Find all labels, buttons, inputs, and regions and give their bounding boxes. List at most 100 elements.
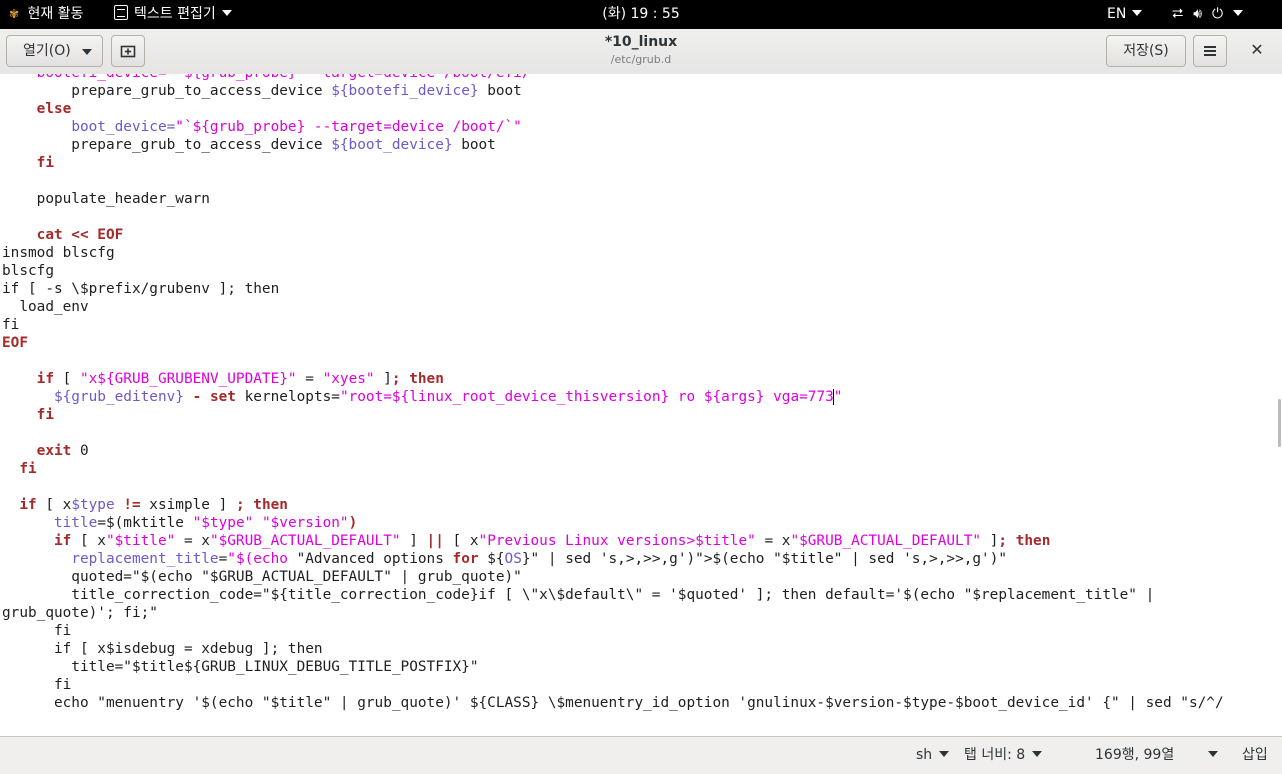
input-language-label: EN (1107, 6, 1127, 22)
code-line[interactable]: cat << EOF (2, 226, 1224, 244)
gnome-top-bar: ✾ 현재 활동 텍스트 편집기 (화) 19 : 55 EN ⮂ 🔊︎ ⏻ (0, 0, 1282, 29)
code-line[interactable]: EOF (2, 334, 1224, 352)
code-token: ; then (998, 533, 1051, 549)
power-icon: ⏻ (1212, 6, 1224, 22)
tab-width-selector[interactable]: 탭 너비: 8 (964, 737, 1043, 774)
hamburger-icon (1204, 46, 1216, 56)
code-token: "$(echo (227, 551, 297, 567)
chevron-down-icon (1233, 10, 1244, 16)
close-window-button[interactable]: ✕ (1240, 35, 1274, 67)
code-token: ; then (391, 371, 444, 387)
code-line[interactable]: fi (2, 316, 1224, 334)
code-token: boot (452, 137, 496, 153)
code-line[interactable]: blscfg (2, 262, 1224, 280)
code-token: [ x (71, 533, 106, 549)
text-editor-area[interactable]: bootefi_device="`${grub_probe} --target=… (0, 74, 1282, 736)
code-line[interactable]: boot_device="`${grub_probe} --target=dev… (2, 118, 1224, 136)
insert-mode-indicator[interactable]: 삽입 (1242, 737, 1268, 774)
code-token: if (36, 371, 54, 387)
save-button[interactable]: 저장(S) (1106, 35, 1186, 67)
code-line[interactable]: populate_header_warn (2, 190, 1224, 208)
code-token: = x (175, 533, 210, 549)
code-line[interactable]: ${grub_editenv} - set kernelopts="root=$… (2, 388, 1224, 406)
code-line[interactable] (2, 424, 1224, 442)
code-line[interactable]: else (2, 100, 1224, 118)
code-token: ${bootefi_device} (331, 83, 479, 99)
code-line[interactable]: fi (2, 154, 1224, 172)
code-line[interactable]: title_correction_code="${title_correctio… (2, 586, 1224, 604)
code-line[interactable]: if [ x$isdebug = xdebug ]; then (2, 640, 1224, 658)
code-token: title (53, 515, 98, 531)
code-line[interactable] (2, 478, 1224, 496)
code-token: if [ x$isdebug = xdebug ]; then (2, 641, 323, 657)
code-line[interactable]: title="$title${GRUB_LINUX_DEBUG_TITLE_PO… (2, 658, 1224, 676)
code-token: bootefi_device="`${grub_probe} --target=… (37, 74, 548, 81)
vertical-scrollbar[interactable] (1278, 399, 1281, 447)
code-view[interactable]: bootefi_device="`${grub_probe} --target=… (2, 74, 1224, 712)
code-token: populate_header_warn (2, 191, 210, 207)
code-token: fi (2, 677, 72, 693)
code-line[interactable]: fi (2, 406, 1224, 424)
code-line[interactable]: prepare_grub_to_access_device ${bootefi_… (2, 82, 1224, 100)
chevron-down-icon (1208, 751, 1219, 757)
code-line[interactable] (2, 352, 1224, 370)
code-token: =$(mktitle (97, 515, 193, 531)
code-line[interactable]: fi (2, 460, 1224, 478)
code-token: "root=${linux_root_device_thisversion} r… (339, 389, 834, 405)
code-line[interactable]: if [ x$type != xsimple ] ; then (2, 496, 1224, 514)
syntax-language-selector[interactable]: sh (916, 737, 950, 774)
code-line[interactable]: fi (2, 622, 1224, 640)
input-language-indicator[interactable]: EN (1107, 0, 1143, 29)
clock[interactable]: (화) 19 : 55 (0, 0, 1282, 29)
code-line[interactable]: if [ "x${GRUB_GRUBENV_UPDATE}" = "xyes" … (2, 370, 1224, 388)
code-line[interactable]: title=$(mktitle "$type" "$version") (2, 514, 1224, 532)
code-token: ) (348, 515, 358, 531)
code-token: ] (981, 533, 999, 549)
open-button[interactable]: 열기(O) (6, 35, 103, 67)
code-token: "$version" (261, 515, 349, 531)
code-token: exit (36, 443, 72, 459)
code-line[interactable]: load_env (2, 298, 1224, 316)
code-token: prepare_grub_to_access_device (2, 83, 332, 99)
code-line[interactable]: exit 0 (2, 442, 1224, 460)
code-line[interactable]: prepare_grub_to_access_device ${boot_dev… (2, 136, 1224, 154)
code-line[interactable] (2, 172, 1224, 190)
hamburger-menu-button[interactable] (1193, 35, 1227, 67)
code-token: fi (36, 155, 54, 171)
code-line[interactable]: quoted="$(echo "$GRUB_ACTUAL_DEFAULT" | … (2, 568, 1224, 586)
code-token: ${ (478, 551, 505, 567)
code-line[interactable] (2, 208, 1224, 226)
code-token: EOF (2, 335, 28, 351)
code-token: ${boot_device} (331, 137, 453, 153)
code-token: grub_quote)'; fi;" (2, 605, 158, 621)
code-line[interactable]: fi (2, 676, 1224, 694)
new-document-button[interactable] (111, 35, 145, 67)
header-bar: *10_linux /etc/grub.d 열기(O) 저장(S) ✕ (0, 29, 1282, 75)
code-token: [ x (443, 533, 479, 549)
code-line[interactable]: grub_quote)'; fi;" (2, 604, 1224, 622)
code-line[interactable]: echo "menuentry '$(echo "$title" | grub_… (2, 694, 1224, 712)
code-line[interactable]: insmod blscfg (2, 244, 1224, 262)
code-line[interactable]: bootefi_device="`${grub_probe} --target=… (2, 74, 1224, 82)
document-title: *10_linux (604, 34, 678, 50)
code-token: = x (755, 533, 791, 549)
cursor-position-selector[interactable]: 169행, 99열 (1095, 737, 1219, 774)
code-token: "$GRUB_ACTUAL_DEFAULT" (209, 533, 401, 549)
code-line[interactable]: if [ -s \$prefix/grubenv ]; then (2, 280, 1224, 298)
code-token: for (452, 551, 479, 567)
new-document-icon (120, 45, 136, 58)
code-token: cat << EOF (36, 227, 124, 243)
code-line[interactable]: replacement_title="$(echo "Advanced opti… (2, 550, 1224, 568)
system-menu[interactable]: ⮂ 🔊︎ ⏻ (1172, 0, 1253, 29)
code-token: fi (2, 623, 72, 639)
code-line[interactable]: if [ x"$title" = x"$GRUB_ACTUAL_DEFAULT"… (2, 532, 1224, 550)
code-token: title="$title${GRUB_LINUX_DEBUG_TITLE_PO… (2, 659, 479, 675)
